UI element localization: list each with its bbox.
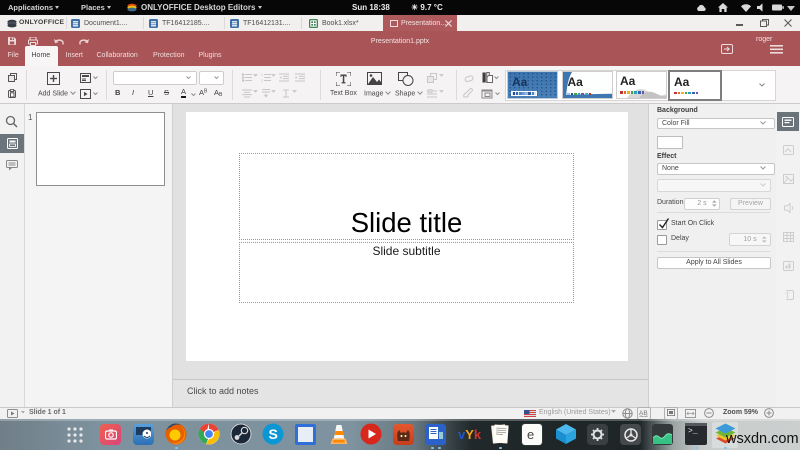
svg-text:1: 1: [261, 73, 263, 77]
svg-text:2: 2: [261, 79, 263, 82]
svg-text:S: S: [269, 426, 278, 442]
svg-text:T: T: [785, 291, 790, 300]
